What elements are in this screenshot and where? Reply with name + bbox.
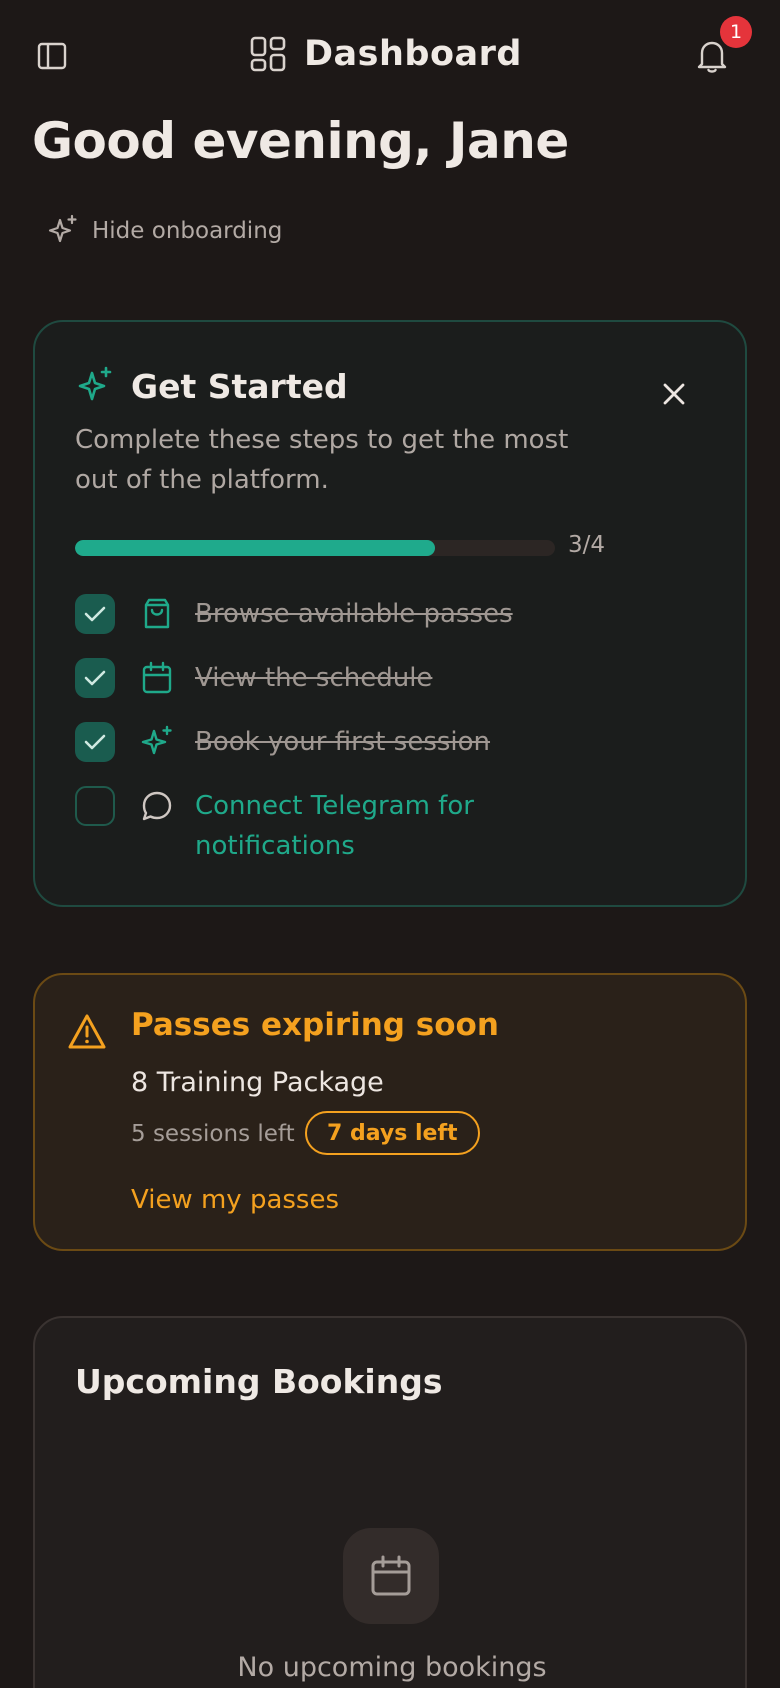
calendar-icon [371, 1555, 411, 1596]
check-icon [84, 734, 106, 750]
hide-onboarding-label: Hide onboarding [92, 218, 283, 244]
calendar-icon [142, 661, 172, 694]
step-label: Book your first session [195, 727, 491, 757]
step-label: Browse available passes [195, 599, 513, 629]
chat-bubble-icon [142, 791, 172, 821]
notification-count-badge: 1 [720, 16, 752, 48]
sessions-left: 5 sessions left [131, 1121, 295, 1147]
empty-state-text: No upcoming bookings [237, 1652, 547, 1683]
page-title-group: Dashboard [250, 34, 522, 74]
empty-state-icon-box [343, 1528, 439, 1624]
get-started-header: Get Started [75, 366, 348, 406]
sparkles-icon [78, 366, 112, 401]
sparkles-icon [141, 725, 172, 755]
onboarding-progress-label: 3/4 [568, 532, 606, 558]
get-started-card: Get Started Complete these steps to get … [33, 320, 747, 907]
onboarding-step: Browse available passes [75, 594, 513, 634]
onboarding-step: Book your first session [75, 722, 490, 762]
onboarding-step: View the schedule [75, 658, 432, 698]
check-icon [84, 670, 106, 686]
onboarding-progress-bar [75, 540, 555, 556]
dashboard-icon [250, 36, 286, 72]
hide-onboarding-button[interactable]: Hide onboarding [46, 214, 282, 248]
shopping-bag-icon [144, 598, 170, 629]
step-label: View the schedule [195, 663, 433, 693]
onboarding-step: Connect Telegram for notifications [75, 786, 515, 866]
dashboard-page: Dashboard 1 Good evening, Jane Hide onbo… [0, 0, 780, 1688]
view-my-passes-link[interactable]: View my passes [131, 1185, 339, 1215]
sparkles-icon [48, 214, 77, 243]
step-checkbox-checked[interactable] [75, 594, 115, 634]
step-checkbox-unchecked[interactable] [75, 786, 115, 826]
sidebar-toggle-icon[interactable] [36, 40, 68, 72]
upcoming-bookings-card: Upcoming Bookings No upcoming bookings [33, 1316, 747, 1688]
greeting-heading: Good evening, Jane [32, 112, 569, 170]
page-title: Dashboard [304, 34, 522, 74]
warning-triangle-icon [68, 1014, 106, 1049]
upcoming-bookings-title: Upcoming Bookings [75, 1362, 443, 1401]
top-bar: Dashboard 1 [0, 0, 780, 110]
get-started-subtitle: Complete these steps to get the most out… [75, 425, 569, 495]
package-name: 8 Training Package [131, 1067, 384, 1098]
passes-expiring-card: Passes expiring soon 8 Training Package … [33, 973, 747, 1251]
connect-telegram-link[interactable]: Connect Telegram for notifications [195, 786, 515, 866]
expiring-title: Passes expiring soon [131, 1007, 499, 1043]
days-left-badge: 7 days left [305, 1111, 480, 1155]
step-checkbox-checked[interactable] [75, 722, 115, 762]
close-icon[interactable] [660, 380, 688, 408]
check-icon [84, 606, 106, 622]
get-started-title: Get Started [131, 366, 348, 406]
step-checkbox-checked[interactable] [75, 658, 115, 698]
onboarding-progress-fill [75, 540, 435, 556]
